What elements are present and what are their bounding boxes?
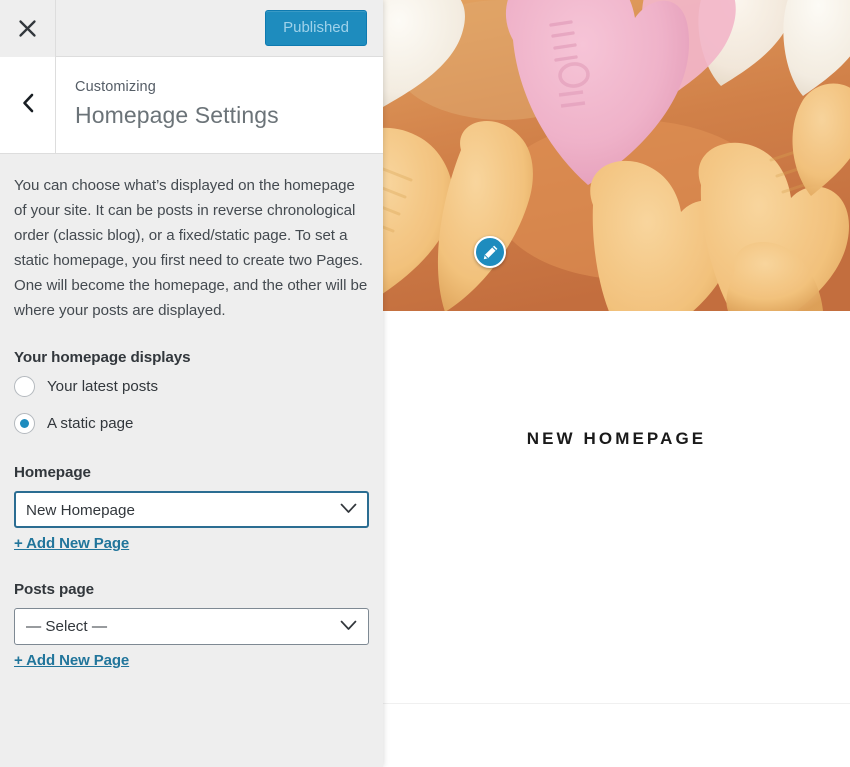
- add-new-page-link-posts[interactable]: + Add New Page: [14, 652, 129, 669]
- page-title: Homepage Settings: [75, 101, 279, 128]
- panel-title-text: Customizing Homepage Settings: [56, 57, 383, 153]
- publish-button[interactable]: Published: [265, 10, 367, 46]
- add-new-page-link-homepage[interactable]: + Add New Page: [14, 535, 129, 552]
- panel-body: You can choose what’s displayed on the h…: [0, 154, 383, 766]
- homepage-field-heading: Homepage: [14, 464, 91, 482]
- homepage-displays-heading: Your homepage displays: [14, 349, 191, 367]
- publish-button-area: Published: [56, 10, 383, 46]
- radio-mark-unchecked: [14, 376, 35, 398]
- homepage-displays-radio-group: Your latest posts A static page: [14, 376, 368, 435]
- chevron-left-icon: [20, 92, 36, 119]
- posts-page-field-heading: Posts page: [14, 581, 95, 599]
- entry-title: NEW HOMEPAGE: [526, 429, 707, 448]
- close-customizer-button[interactable]: [0, 0, 56, 57]
- customizer-screen: Published Customizing Homepage Settings …: [0, 0, 850, 767]
- radio-latest-posts[interactable]: Your latest posts: [14, 376, 368, 398]
- section-description: You can choose what’s displayed on the h…: [14, 177, 368, 320]
- candy-hearts-image: [383, 0, 850, 311]
- radio-latest-posts-label: Your latest posts: [47, 378, 159, 396]
- pencil-edit-icon: [482, 244, 499, 261]
- radio-static-page-label: A static page: [47, 415, 134, 433]
- site-footer: [383, 704, 850, 767]
- customizer-header-bar: Published: [0, 0, 383, 57]
- site-preview-pane[interactable]: NEW HOMEPAGE: [383, 0, 850, 767]
- customizer-sidebar: Published Customizing Homepage Settings …: [0, 0, 383, 767]
- radio-static-page[interactable]: A static page: [14, 413, 368, 435]
- homepage-field: Homepage New Homepage + Add New Page: [14, 464, 369, 553]
- posts-page-select[interactable]: — Select —: [14, 608, 369, 646]
- homepage-select[interactable]: New Homepage: [14, 491, 369, 529]
- posts-page-field: Posts page — Select — + Add New Page: [14, 581, 369, 670]
- close-x-icon: [17, 18, 38, 39]
- back-button[interactable]: [0, 57, 56, 153]
- posts-page-select-wrap: — Select —: [14, 608, 369, 646]
- header-image: [383, 0, 850, 311]
- content-divider: [383, 703, 850, 704]
- customizing-label: Customizing: [75, 79, 156, 95]
- radio-mark-checked: [14, 413, 35, 435]
- homepage-select-wrap: New Homepage: [14, 491, 369, 529]
- panel-title-bar: Customizing Homepage Settings: [0, 57, 383, 154]
- edit-shortcut-button[interactable]: [474, 236, 506, 268]
- site-content-area: NEW HOMEPAGE: [383, 311, 850, 704]
